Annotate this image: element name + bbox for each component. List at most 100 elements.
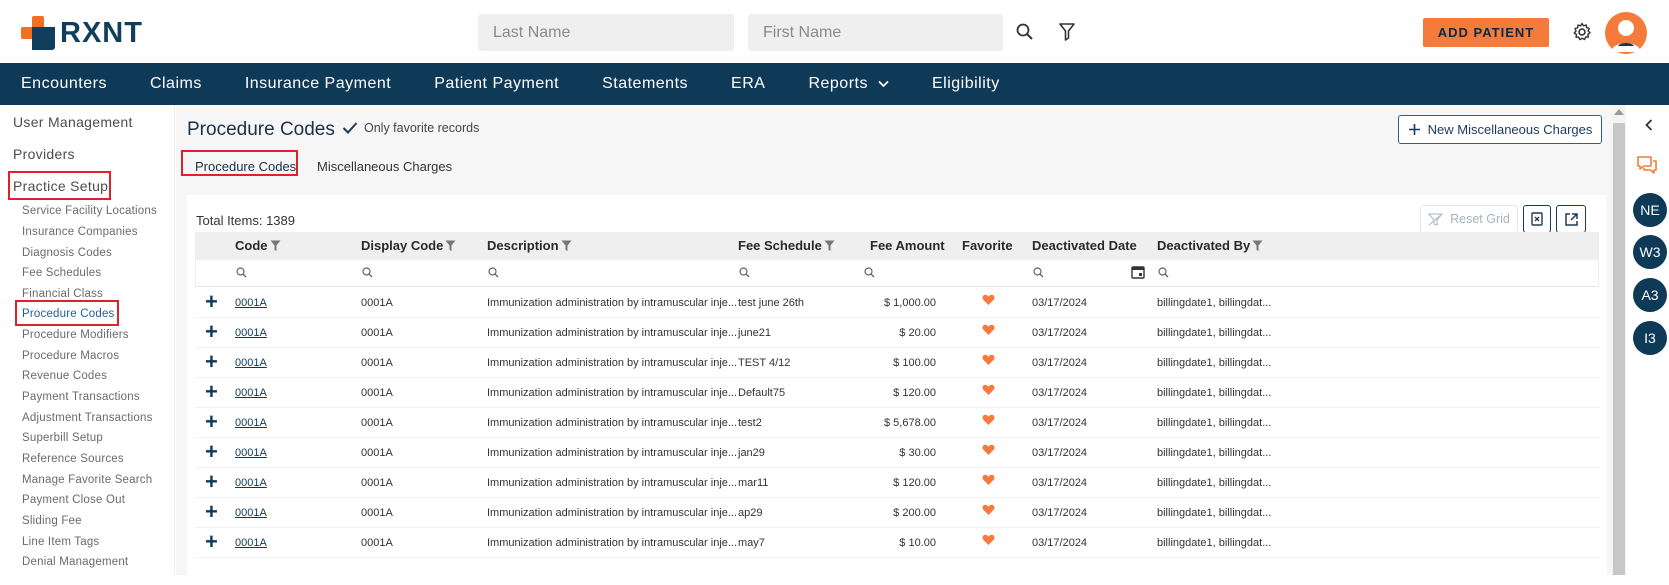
sidebar-item-payment-close-out[interactable]: Payment Close Out bbox=[22, 494, 125, 506]
sidebar-item-procedure-macros[interactable]: Procedure Macros bbox=[22, 350, 119, 362]
table-row[interactable]: + 0001A 0001A Immunization administratio… bbox=[195, 438, 1599, 468]
chat-icon[interactable] bbox=[1636, 155, 1658, 175]
vertical-scrollbar[interactable] bbox=[1612, 105, 1626, 575]
gear-icon[interactable] bbox=[1570, 20, 1594, 44]
table-row[interactable]: + 0001A 0001A Immunization administratio… bbox=[195, 528, 1599, 558]
table-row[interactable]: + 0001A 0001A Immunization administratio… bbox=[195, 378, 1599, 408]
column-header-deactivated-by[interactable]: Deactivated By bbox=[1157, 238, 1263, 253]
search-icon[interactable] bbox=[362, 267, 373, 278]
favorite-heart-icon[interactable] bbox=[982, 534, 995, 546]
scroll-up-arrow-icon[interactable] bbox=[1614, 109, 1624, 115]
favorite-records-checkbox[interactable]: Only favorite records bbox=[342, 121, 479, 135]
favorite-heart-icon[interactable] bbox=[982, 324, 995, 336]
column-filter-icon[interactable] bbox=[1252, 240, 1263, 252]
nav-encounters[interactable]: Encounters bbox=[21, 75, 107, 93]
sidebar-item-procedure-codes[interactable]: Procedure Codes bbox=[22, 308, 115, 320]
user-badge-i3[interactable]: I3 bbox=[1633, 321, 1667, 355]
favorite-heart-icon[interactable] bbox=[982, 354, 995, 366]
column-header-deactivated-date[interactable]: Deactivated Date bbox=[1032, 238, 1137, 253]
export-excel-button[interactable] bbox=[1523, 205, 1551, 233]
nav-reports[interactable]: Reports bbox=[808, 75, 889, 93]
export-button[interactable] bbox=[1556, 205, 1586, 233]
scrollbar-thumb[interactable] bbox=[1613, 123, 1625, 575]
favorite-heart-icon[interactable] bbox=[982, 294, 995, 306]
sidebar-item-superbill-setup[interactable]: Superbill Setup bbox=[22, 432, 103, 444]
favorite-heart-icon[interactable] bbox=[982, 444, 995, 456]
sidebar-item-financial-class[interactable]: Financial Class bbox=[22, 288, 103, 300]
sidebar-item-payment-transactions[interactable]: Payment Transactions bbox=[22, 391, 140, 403]
code-link[interactable]: 0001A bbox=[235, 507, 267, 519]
sidebar-item-service-facility-locations[interactable]: Service Facility Locations bbox=[22, 205, 157, 217]
nav-statements[interactable]: Statements bbox=[602, 75, 688, 93]
sidebar-item-denial-management[interactable]: Denial Management bbox=[22, 556, 128, 568]
calendar-icon[interactable] bbox=[1131, 265, 1145, 279]
expand-row-plus-icon[interactable]: + bbox=[205, 321, 218, 343]
nav-claims[interactable]: Claims bbox=[150, 75, 202, 93]
expand-row-plus-icon[interactable]: + bbox=[205, 441, 218, 463]
sidebar-item-revenue-codes[interactable]: Revenue Codes bbox=[22, 370, 107, 382]
favorite-heart-icon[interactable] bbox=[982, 504, 995, 516]
code-link[interactable]: 0001A bbox=[235, 357, 267, 369]
search-icon[interactable] bbox=[739, 267, 750, 278]
search-icon[interactable] bbox=[1158, 267, 1169, 278]
column-filter-icon[interactable] bbox=[445, 240, 456, 252]
expand-row-plus-icon[interactable]: + bbox=[205, 531, 218, 553]
column-header-fee-amount[interactable]: Fee Amount bbox=[870, 238, 945, 253]
expand-row-plus-icon[interactable]: + bbox=[205, 291, 218, 313]
search-icon[interactable] bbox=[236, 267, 247, 278]
first-name-input[interactable] bbox=[748, 14, 1003, 51]
tab-procedure-codes[interactable]: Procedure Codes bbox=[195, 159, 296, 174]
sidebar-item-insurance-companies[interactable]: Insurance Companies bbox=[22, 226, 138, 238]
favorite-heart-icon[interactable] bbox=[982, 384, 995, 396]
last-name-input[interactable] bbox=[478, 14, 734, 51]
user-avatar-icon[interactable] bbox=[1605, 12, 1647, 54]
table-row[interactable]: + 0001A 0001A Immunization administratio… bbox=[195, 408, 1599, 438]
column-header-fee-schedule[interactable]: Fee Schedule bbox=[738, 238, 835, 253]
sidebar-item-user-management[interactable]: User Management bbox=[13, 114, 133, 130]
sidebar-item-sliding-fee[interactable]: Sliding Fee bbox=[22, 515, 82, 527]
sidebar-item-adjustment-transactions[interactable]: Adjustment Transactions bbox=[22, 412, 153, 424]
search-icon[interactable] bbox=[1013, 20, 1037, 44]
column-header-display-code[interactable]: Display Code bbox=[361, 238, 456, 253]
expand-row-plus-icon[interactable]: + bbox=[205, 501, 218, 523]
table-row[interactable]: + 0001A 0001A Immunization administratio… bbox=[195, 318, 1599, 348]
table-row[interactable]: + 0001A 0001A Immunization administratio… bbox=[195, 468, 1599, 498]
tab-miscellaneous-charges[interactable]: Miscellaneous Charges bbox=[317, 159, 452, 174]
sidebar-item-manage-favorite-search[interactable]: Manage Favorite Search bbox=[22, 474, 152, 486]
add-patient-button[interactable]: ADD PATIENT bbox=[1423, 18, 1549, 47]
search-icon[interactable] bbox=[488, 267, 499, 278]
column-filter-icon[interactable] bbox=[270, 240, 281, 252]
nav-patient-payment[interactable]: Patient Payment bbox=[434, 75, 559, 93]
rxnt-logo[interactable]: RXNT bbox=[21, 16, 143, 50]
sidebar-item-fee-schedules[interactable]: Fee Schedules bbox=[22, 267, 101, 279]
sidebar-item-providers[interactable]: Providers bbox=[13, 146, 75, 162]
column-header-code[interactable]: Code bbox=[235, 238, 281, 253]
sidebar-item-procedure-modifiers[interactable]: Procedure Modifiers bbox=[22, 329, 129, 341]
sidebar-item-practice-setup[interactable]: Practice Setup bbox=[13, 178, 108, 194]
new-miscellaneous-charges-button[interactable]: New Miscellaneous Charges bbox=[1398, 115, 1602, 144]
favorite-heart-icon[interactable] bbox=[982, 414, 995, 426]
nav-eligibility[interactable]: Eligibility bbox=[932, 75, 1000, 93]
table-row[interactable]: + 0001A 0001A Immunization administratio… bbox=[195, 288, 1599, 318]
sidebar-item-line-item-tags[interactable]: Line Item Tags bbox=[22, 536, 99, 548]
code-link[interactable]: 0001A bbox=[235, 327, 267, 339]
expand-row-plus-icon[interactable]: + bbox=[205, 351, 218, 373]
column-header-favorite[interactable]: Favorite bbox=[962, 238, 1013, 253]
code-link[interactable]: 0001A bbox=[235, 447, 267, 459]
favorite-heart-icon[interactable] bbox=[982, 474, 995, 486]
nav-era[interactable]: ERA bbox=[731, 75, 765, 93]
expand-row-plus-icon[interactable]: + bbox=[205, 411, 218, 433]
code-link[interactable]: 0001A bbox=[235, 297, 267, 309]
expand-row-plus-icon[interactable]: + bbox=[205, 381, 218, 403]
user-badge-w3[interactable]: W3 bbox=[1633, 235, 1667, 269]
sidebar-item-reference-sources[interactable]: Reference Sources bbox=[22, 453, 124, 465]
code-link[interactable]: 0001A bbox=[235, 477, 267, 489]
nav-insurance-payment[interactable]: Insurance Payment bbox=[245, 75, 391, 93]
user-badge-a3[interactable]: A3 bbox=[1633, 278, 1667, 312]
code-link[interactable]: 0001A bbox=[235, 387, 267, 399]
column-filter-icon[interactable] bbox=[824, 240, 835, 252]
column-header-description[interactable]: Description bbox=[487, 238, 572, 253]
code-link[interactable]: 0001A bbox=[235, 417, 267, 429]
search-icon[interactable] bbox=[1033, 267, 1044, 278]
table-row[interactable]: + 0001A 0001A Immunization administratio… bbox=[195, 498, 1599, 528]
